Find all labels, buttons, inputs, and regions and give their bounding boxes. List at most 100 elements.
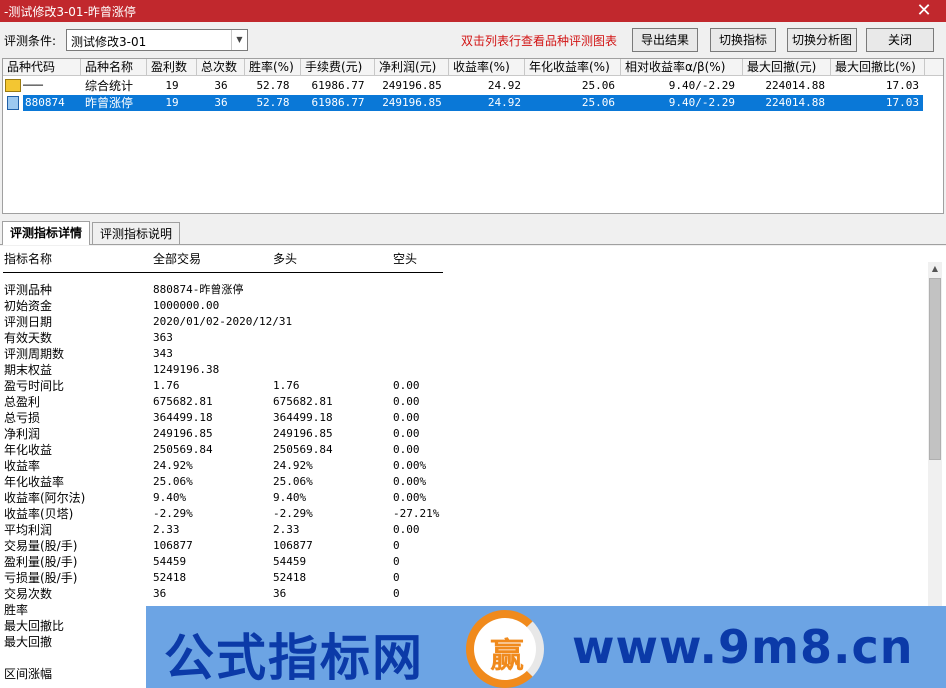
detail-all: 2.33 — [153, 523, 180, 536]
column-header[interactable]: 相对收益率α/β(%) — [621, 59, 743, 76]
detail-name: 交易次数 — [4, 587, 53, 601]
cell-total: 36 — [214, 79, 228, 92]
detail-all: 52418 — [153, 571, 187, 584]
detail-name: 盈利量(股/手) — [4, 555, 78, 569]
detail-name: 期末权益 — [4, 363, 53, 377]
cell-annual-return: 25.06 — [581, 96, 615, 109]
column-header[interactable]: 品种名称 — [81, 59, 147, 76]
cell-annual-return: 25.06 — [581, 79, 615, 92]
toolbar: 评测条件: 测试修改3-01 ▼ 双击列表行查看品种评测图表 导出结果 切换指标… — [0, 22, 946, 58]
detail-name: 盈亏时间比 — [4, 379, 65, 393]
detail-short: 0.00 — [393, 411, 420, 424]
cell-name: 昨曾涨停 — [85, 96, 134, 110]
detail-all: 24.92% — [153, 459, 193, 472]
detail-name: 评测日期 — [4, 315, 53, 329]
detail-long: 106877 — [273, 539, 313, 552]
column-header[interactable]: 总次数 — [197, 59, 245, 76]
cell-return: 24.92 — [487, 96, 521, 109]
cell-net: 249196.85 — [382, 79, 442, 92]
detail-all: 675682.81 — [153, 395, 213, 408]
brand-url: www.9m8.cn — [572, 620, 914, 674]
cell-max-drawdown: 224014.88 — [765, 96, 825, 109]
column-header[interactable]: 胜率(%) — [245, 59, 301, 76]
column-header[interactable]: 收益率(%) — [449, 59, 525, 76]
title-bar: -测试修改3-01-昨曾涨停 ✕ — [0, 0, 946, 22]
detail-name: 总亏损 — [4, 411, 41, 425]
tab-indicator-details[interactable]: 评测指标详情 — [2, 221, 90, 245]
detail-name: 年化收益率 — [4, 475, 65, 489]
cell-max-drawdown: 224014.88 — [765, 79, 825, 92]
hint-text: 双击列表行查看品种评测图表 — [461, 34, 618, 48]
cell-alpha-beta: 9.40/-2.29 — [668, 79, 735, 92]
cell-code: ─── — [23, 79, 43, 92]
window-close-button[interactable]: ✕ — [902, 0, 946, 22]
detail-long: 9.40% — [273, 491, 307, 504]
cell-net: 249196.85 — [382, 96, 442, 109]
column-header[interactable]: 最大回撤比(%) — [831, 59, 925, 76]
cell-winrate: 52.78 — [256, 96, 290, 109]
cell-code: 880874 — [25, 96, 65, 109]
table-row[interactable]: ─── 综合统计 19 36 52.78 61986.77 249196.85 … — [3, 78, 943, 94]
switch-chart-button[interactable]: 切换分析图 — [787, 28, 857, 52]
detail-long: 24.92% — [273, 459, 313, 472]
detail-all: 2020/01/02-2020/12/31 — [153, 315, 293, 328]
cell-max-drawdown-ratio: 17.03 — [885, 79, 919, 92]
condition-label: 评测条件: — [4, 34, 57, 48]
detail-name: 平均利润 — [4, 523, 53, 537]
detail-long: 54459 — [273, 555, 307, 568]
column-header[interactable]: 年化收益率(%) — [525, 59, 621, 76]
cell-fee: 61986.77 — [311, 96, 365, 109]
close-button[interactable]: 关闭 — [866, 28, 934, 52]
detail-short: 0.00 — [393, 427, 420, 440]
cell-wins: 19 — [165, 79, 179, 92]
cell-total: 36 — [214, 96, 228, 109]
detail-name: 亏损量(股/手) — [4, 571, 78, 585]
tab-indicator-description[interactable]: 评测指标说明 — [92, 222, 180, 245]
detail-header-name: 指标名称 — [4, 252, 53, 266]
switch-indicator-button[interactable]: 切换指标 — [710, 28, 776, 52]
header-divider — [3, 272, 443, 273]
detail-all: 106877 — [153, 539, 193, 552]
detail-header-all: 全部交易 — [153, 252, 202, 266]
logo-glyph: 赢 — [490, 636, 524, 676]
detail-name: 评测周期数 — [4, 347, 65, 361]
detail-long: 36 — [273, 587, 287, 600]
detail-name: 总盈利 — [4, 395, 41, 409]
detail-all: 249196.85 — [153, 427, 213, 440]
scroll-up-icon[interactable]: ▲ — [928, 262, 942, 276]
summary-icon — [5, 79, 21, 92]
detail-name: 交易量(股/手) — [4, 539, 78, 553]
detail-all: 343 — [153, 347, 173, 360]
column-header[interactable]: 品种代码 — [3, 59, 81, 76]
brand-text: 公式指标网 — [164, 629, 424, 687]
detail-long: 249196.85 — [273, 427, 333, 440]
detail-name: 收益率 — [4, 459, 41, 473]
detail-all: 36 — [153, 587, 167, 600]
detail-short: 0.00% — [393, 475, 427, 488]
column-header[interactable]: 盈利数 — [147, 59, 197, 76]
detail-header-short: 空头 — [393, 252, 418, 266]
detail-short: 0 — [393, 539, 400, 552]
cell-name: 综合统计 — [85, 79, 134, 93]
column-header[interactable]: 净利润(元) — [375, 59, 449, 76]
detail-name: 初始资金 — [4, 299, 53, 313]
chevron-down-icon[interactable]: ▼ — [231, 30, 247, 50]
detail-all: 1249196.38 — [153, 363, 220, 376]
brand-logo-icon: 赢 — [466, 610, 544, 688]
detail-short: 0 — [393, 587, 400, 600]
cell-return: 24.92 — [487, 79, 521, 92]
export-button[interactable]: 导出结果 — [632, 28, 698, 52]
detail-name: 年化收益 — [4, 443, 53, 457]
condition-select-value: 测试修改3-01 — [71, 35, 147, 49]
watermark-banner: 公式指标网 赢 www.9m8.cn — [146, 606, 946, 688]
detail-name: 区间涨幅 — [4, 667, 53, 681]
detail-all: 25.06% — [153, 475, 193, 488]
detail-name: 最大回撤比 — [4, 619, 65, 633]
condition-select[interactable]: 测试修改3-01 ▼ — [66, 29, 248, 51]
column-header[interactable]: 手续费(元) — [301, 59, 375, 76]
scroll-thumb[interactable] — [929, 278, 941, 460]
table-row[interactable]: 880874 昨曾涨停 19 36 52.78 61986.77 249196.… — [3, 95, 943, 111]
column-header[interactable]: 最大回撤(元) — [743, 59, 831, 76]
detail-long: 1.76 — [273, 379, 300, 392]
detail-name: 最大回撤 — [4, 635, 53, 649]
